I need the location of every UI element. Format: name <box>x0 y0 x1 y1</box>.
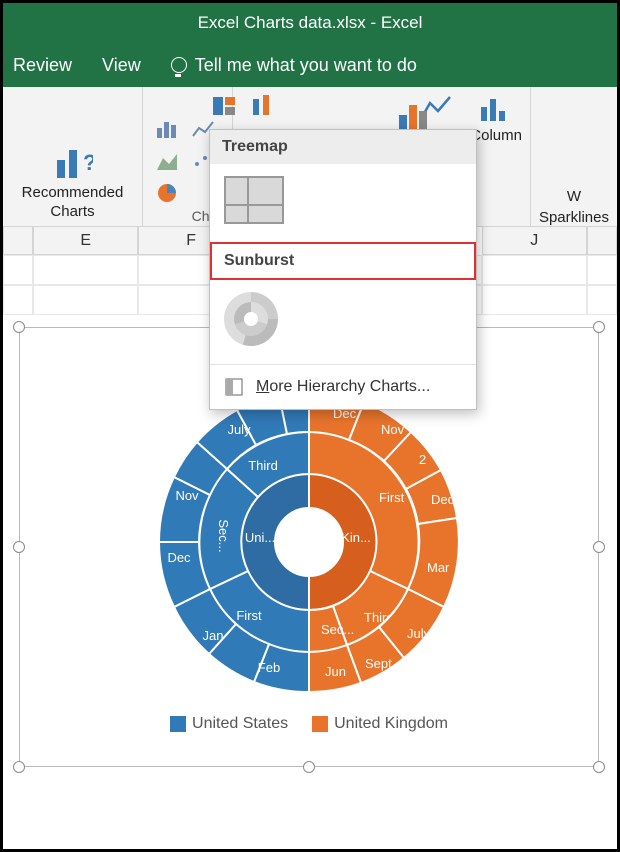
legend-swatch-orange <box>312 716 328 732</box>
lightbulb-icon <box>171 57 187 73</box>
resize-handle[interactable] <box>593 541 605 553</box>
window-title-text: Excel Charts data.xlsx - Excel <box>198 13 423 33</box>
seg-label: July <box>227 422 251 437</box>
treemap-chart-option[interactable] <box>224 176 284 224</box>
chart-legend[interactable]: United States United Kingdom <box>20 707 598 743</box>
hierarchy-chart-dropdown-button[interactable] <box>211 93 241 119</box>
sparkline-column-icon <box>479 93 513 123</box>
pivotchart-button[interactable] <box>397 99 441 133</box>
seg-label: 2 <box>419 452 426 467</box>
seg-label: Feb <box>258 660 280 675</box>
col-E[interactable]: E <box>33 227 138 255</box>
recommended-charts-button[interactable]: ? Recommended Charts <box>18 138 128 224</box>
more-hierarchy-charts[interactable]: More Hierarchy Charts... <box>210 364 476 409</box>
treemap-section-header: Treemap <box>210 130 476 164</box>
tell-me-placeholder: Tell me what you want to do <box>195 55 417 76</box>
seg-label: Sept <box>365 656 392 671</box>
recommended-charts-icon: ? <box>53 142 93 182</box>
seg-label: Sec... <box>321 622 354 637</box>
seg-label: Mar <box>427 560 450 575</box>
seg-label: Dec <box>431 492 455 507</box>
seg-label: July <box>407 626 431 641</box>
legend-item-us[interactable]: United States <box>170 715 288 733</box>
resize-handle[interactable] <box>13 761 25 773</box>
seg-label: Sec... <box>216 519 231 552</box>
sparklines-group-label: Sparklines <box>539 209 609 226</box>
resize-handle[interactable] <box>593 761 605 773</box>
sunburst-chart-option[interactable] <box>224 292 278 346</box>
seg-label: Nov <box>381 422 405 437</box>
seg-label: Nov <box>175 488 199 503</box>
ribbon-tabs: Review View Tell me what you want to do <box>3 43 617 87</box>
winloss-partial[interactable]: W <box>567 188 581 205</box>
resize-handle[interactable] <box>593 321 605 333</box>
tab-view[interactable]: View <box>102 55 141 76</box>
sunburst-chart[interactable]: Uni... Kin... Uni... Sta... First Third … <box>144 377 474 707</box>
col-J[interactable]: J <box>482 227 587 255</box>
window-title: Excel Charts data.xlsx - Excel <box>3 3 617 43</box>
area-chart-icon[interactable] <box>155 150 181 172</box>
seg-label: Jan <box>203 628 224 643</box>
pie-chart-icon[interactable] <box>155 182 181 204</box>
more-charts-icon <box>224 377 244 397</box>
tell-me-search[interactable]: Tell me what you want to do <box>171 55 417 76</box>
resize-handle[interactable] <box>13 321 25 333</box>
legend-item-uk[interactable]: United Kingdom <box>312 715 448 733</box>
tab-review[interactable]: Review <box>13 55 72 76</box>
seg-label: First <box>236 608 262 623</box>
seg-label: Third <box>248 458 278 473</box>
seg-label: First <box>379 490 405 505</box>
svg-text:?: ? <box>83 150 93 175</box>
sunburst-section-header: Sunburst <box>210 242 476 280</box>
resize-handle[interactable] <box>13 541 25 553</box>
hierarchy-chart-dropdown: Treemap Sunburst More Hierarchy Charts..… <box>209 129 477 410</box>
legend-swatch-blue <box>170 716 186 732</box>
resize-handle[interactable] <box>303 761 315 773</box>
seg-label: Dec <box>167 550 191 565</box>
statistical-chart-button[interactable] <box>249 93 279 119</box>
seg-label: Jun <box>325 664 346 679</box>
bar-chart-icon[interactable] <box>155 118 181 140</box>
